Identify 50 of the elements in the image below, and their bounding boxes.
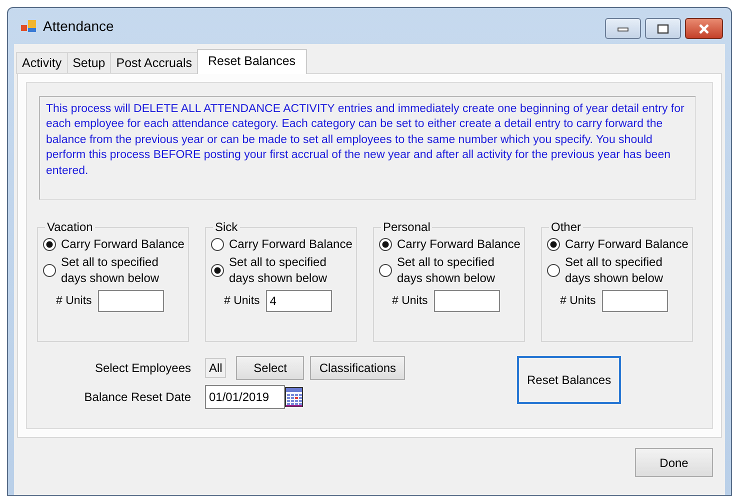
group-title: Sick [214, 220, 239, 234]
units-label: # Units [392, 295, 428, 307]
window-title: Attendance [43, 18, 114, 34]
minimize-icon [617, 26, 629, 32]
radio-label: Carry Forward Balance [61, 236, 185, 252]
units-field[interactable]: 4 [266, 290, 332, 312]
minimize-button[interactable] [605, 18, 641, 39]
units-field[interactable] [602, 290, 668, 312]
radio-button[interactable] [379, 238, 392, 250]
app-icon [21, 19, 37, 33]
done-button[interactable]: Done [635, 448, 713, 477]
radio-label: Set all to specified days shown below [397, 254, 496, 286]
radio-button[interactable] [547, 264, 560, 276]
units-field[interactable] [98, 290, 164, 312]
tab[interactable]: Setup [66, 52, 112, 74]
description-text: This process will DELETE ALL ATTENDANCE ACTIVITY entries and immediately create one beginning of year detail entry for each employee for each attendance category. Each category can be set to either create a detail entry to carry forward the balance from the previous year or can be made to set all employees to the same number which you specify. You should perform this process BEFORE posting your first accrual of the new year and after all activity for the previous year has been entered. [39, 96, 696, 200]
radio-label: Carry Forward Balance [397, 236, 521, 252]
units-label: # Units [224, 295, 260, 307]
date-field[interactable]: 01/01/2019 [205, 385, 285, 409]
radio-button[interactable] [211, 238, 224, 250]
radio-label: Set all to specified days shown below [229, 254, 328, 286]
reset-balances-button[interactable]: Reset Balances [517, 356, 622, 404]
radio-label: Carry Forward Balance [565, 236, 689, 252]
radio-button[interactable] [43, 264, 56, 276]
restore-icon [657, 24, 669, 34]
tab[interactable]: Post Accruals [110, 52, 198, 74]
units-label: # Units [560, 295, 596, 307]
tab[interactable]: Reset Balances [197, 49, 307, 74]
radio-label: Set all to specified days shown below [565, 254, 664, 286]
close-icon [697, 24, 711, 34]
select-employees-label: Select Employees [94, 361, 192, 375]
employees-value: All [205, 358, 226, 378]
radio-button[interactable] [43, 238, 56, 250]
reset-date-label: Balance Reset Date [83, 390, 192, 404]
dialog-button[interactable]: Select [236, 356, 304, 380]
group-title: Other [550, 220, 582, 234]
group-title: Personal [382, 220, 432, 234]
tab[interactable]: Activity [16, 52, 68, 74]
units-label: # Units [56, 295, 92, 307]
radio-label: Set all to specified days shown below [61, 254, 160, 286]
group-title: Vacation [46, 220, 94, 234]
restore-button[interactable] [645, 18, 681, 39]
dialog-button[interactable]: Classifications [310, 356, 406, 380]
radio-label: Carry Forward Balance [229, 236, 353, 252]
units-field[interactable] [434, 290, 500, 312]
calendar-icon[interactable] [285, 387, 303, 407]
radio-button[interactable] [211, 264, 224, 276]
radio-button[interactable] [379, 264, 392, 276]
radio-button[interactable] [547, 238, 560, 250]
close-button[interactable] [685, 18, 723, 39]
